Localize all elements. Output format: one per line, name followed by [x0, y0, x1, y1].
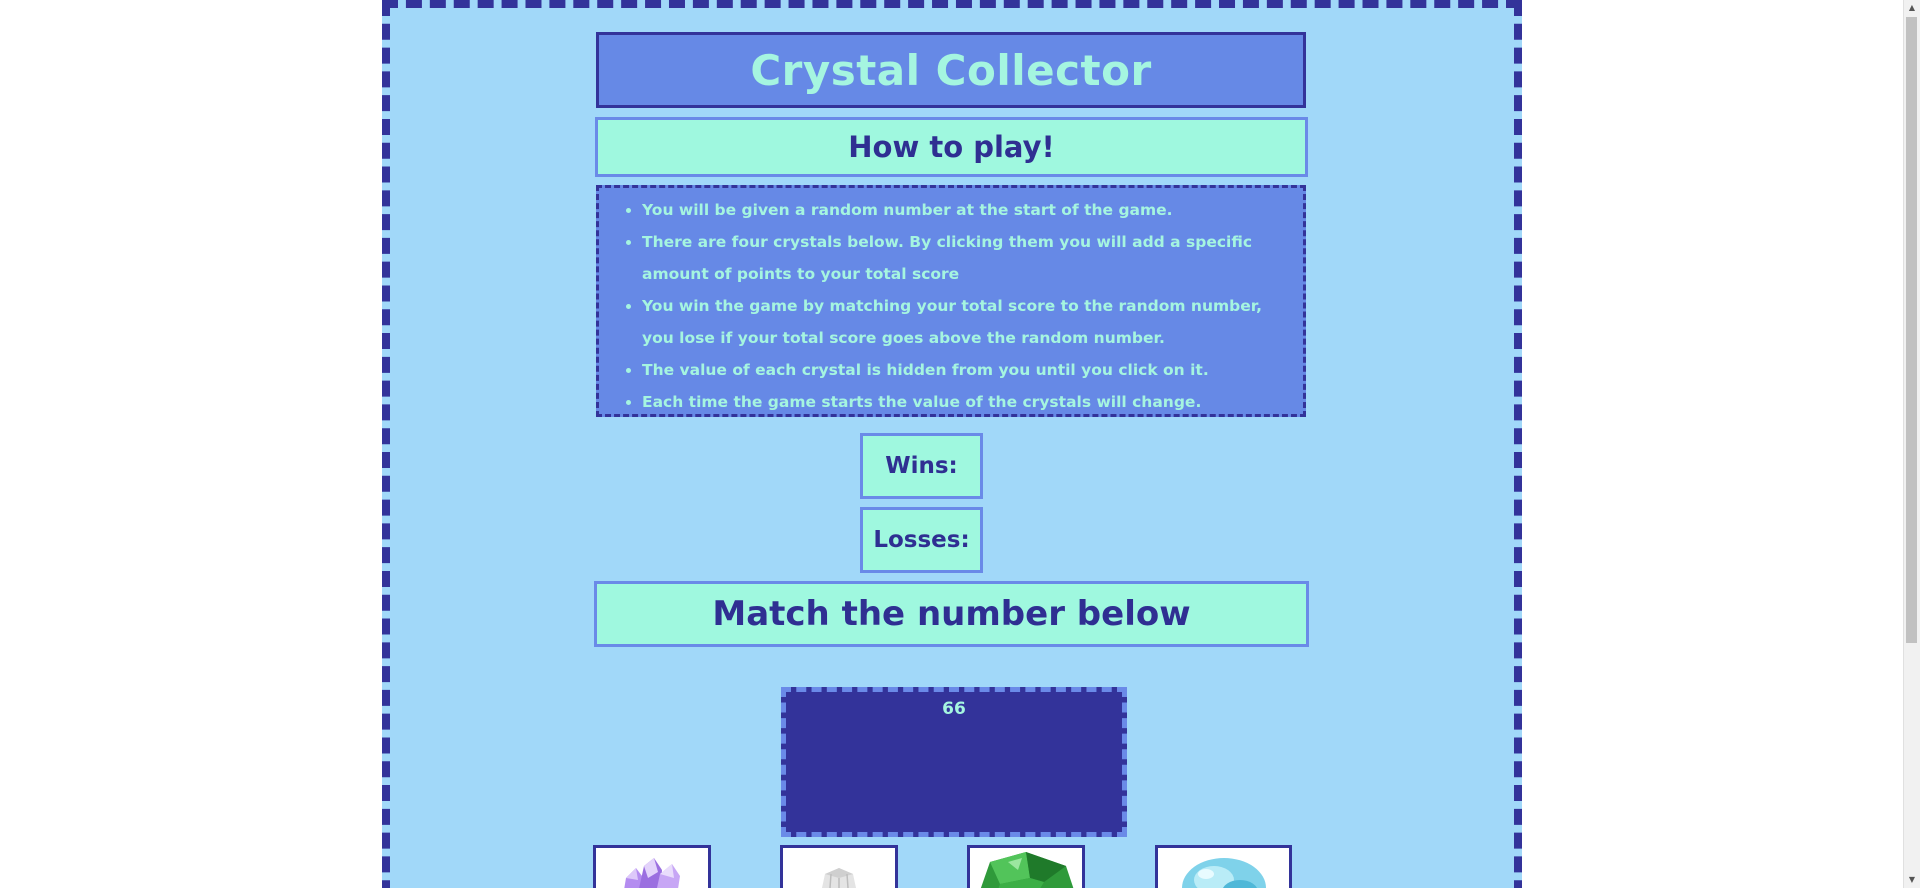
rule-item: You will be given a random number at the…	[642, 194, 1293, 226]
target-number-panel: 66	[781, 687, 1127, 837]
rule-item: The value of each crystal is hidden from…	[642, 354, 1293, 386]
vertical-scrollbar[interactable]: ▲ ▼	[1903, 0, 1920, 888]
rule-item: You win the game by matching your total …	[642, 290, 1293, 354]
green-crystal-button[interactable]	[967, 845, 1085, 888]
how-to-play-heading: How to play!	[848, 130, 1055, 164]
match-heading: Match the number below	[712, 594, 1191, 634]
title-banner: Crystal Collector	[596, 32, 1306, 108]
white-crystal-icon	[822, 868, 856, 888]
scrollbar-thumb[interactable]	[1906, 17, 1917, 643]
scroll-down-arrow-icon[interactable]: ▼	[1904, 872, 1920, 888]
scroll-up-arrow-icon[interactable]: ▲	[1904, 0, 1920, 16]
how-to-play-banner: How to play!	[595, 117, 1308, 177]
rule-item: There are four crystals below. By clicki…	[642, 226, 1293, 290]
blue-crystal-icon	[1182, 858, 1266, 888]
blue-crystal-button[interactable]	[1155, 845, 1292, 888]
wins-counter: Wins:	[860, 433, 983, 499]
losses-counter: Losses:	[860, 507, 983, 573]
purple-crystal-button[interactable]	[593, 845, 711, 888]
purple-crystal-icon	[624, 858, 680, 888]
white-crystal-button[interactable]	[780, 845, 898, 888]
page: Crystal Collector How to play! You will …	[0, 0, 1920, 888]
green-crystal-icon	[980, 852, 1074, 888]
wins-label: Wins:	[885, 453, 958, 479]
rule-item: Each time the game starts the value of t…	[642, 386, 1293, 418]
match-banner: Match the number below	[594, 581, 1309, 647]
game-title: Crystal Collector	[750, 45, 1152, 95]
target-number: 66	[942, 699, 966, 719]
rules-list: You will be given a random number at the…	[599, 194, 1293, 418]
rules-panel: You will be given a random number at the…	[596, 185, 1306, 417]
losses-label: Losses:	[873, 527, 970, 553]
